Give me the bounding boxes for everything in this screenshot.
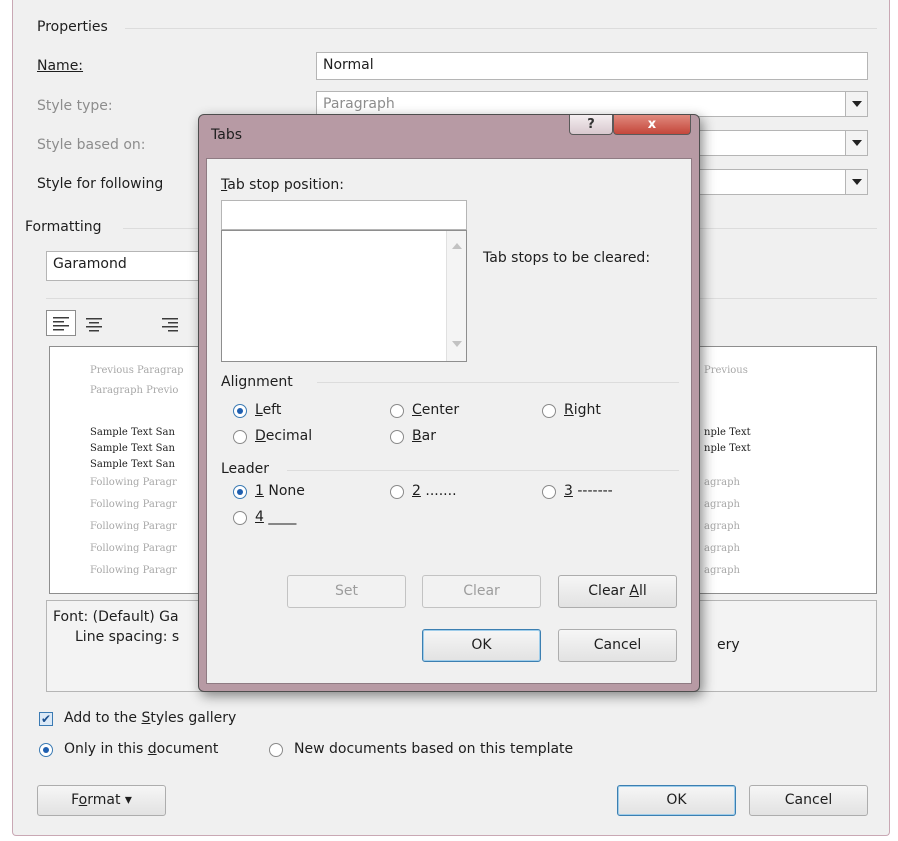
add-to-gallery-checkbox[interactable]: ✔ (39, 712, 53, 726)
preview-following-right: agraph (704, 565, 740, 576)
preview-sample-line: Sample Text San (90, 427, 175, 438)
alignment-center-label[interactable]: Center (412, 402, 459, 418)
leader-1-radio[interactable] (233, 485, 247, 499)
align-left-icon (53, 317, 69, 331)
ok-button[interactable]: OK (617, 785, 736, 816)
new-documents-radio[interactable] (269, 743, 283, 757)
only-this-document-label[interactable]: Only in this document (64, 741, 218, 757)
new-documents-label[interactable]: New documents based on this template (294, 741, 573, 757)
description-font-line: Font: (Default) Ga (53, 609, 179, 625)
alignment-left-radio[interactable] (233, 404, 247, 418)
scroll-down-icon[interactable] (452, 341, 462, 347)
preview-following-right: agraph (704, 521, 740, 532)
clear-all-button[interactable]: Clear All (558, 575, 677, 608)
preview-following-right: agraph (704, 499, 740, 510)
alignment-separator (317, 382, 679, 383)
style-following-dropdown-icon[interactable] (845, 170, 867, 194)
leader-1-label[interactable]: 1 None (255, 483, 305, 499)
leader-3-radio[interactable] (542, 485, 556, 499)
alignment-decimal-label[interactable]: Decimal (255, 428, 312, 444)
preview-following-right: agraph (704, 477, 740, 488)
tabs-cancel-button[interactable]: Cancel (558, 629, 677, 662)
leader-2-radio[interactable] (390, 485, 404, 499)
style-type-dropdown-icon[interactable] (845, 92, 867, 116)
tab-stops-list[interactable] (221, 230, 467, 362)
tabs-dialog-body: Tab stop position: Tab stops to be clear… (206, 158, 692, 684)
preview-following-line: Following Paragr (90, 543, 177, 554)
formatting-heading: Formatting (25, 219, 102, 235)
close-icon: x (647, 117, 657, 132)
align-left-button[interactable] (46, 310, 76, 336)
description-spacing-line: Line spacing: s (75, 629, 180, 645)
leader-2-label[interactable]: 2 ....... (412, 483, 457, 499)
help-icon: ? (587, 117, 595, 132)
style-type-label: Style type: (37, 98, 113, 114)
preview-sample-right: nple Text (704, 427, 751, 438)
only-this-document-radio[interactable] (39, 743, 53, 757)
preview-previous-line: Paragraph Previo (90, 385, 179, 396)
tab-stop-position-label: Tab stop position: (221, 177, 345, 193)
alignment-right-label[interactable]: Right (564, 402, 601, 418)
tab-stops-scrollbar[interactable] (446, 231, 466, 361)
tabs-ok-button[interactable]: OK (422, 629, 541, 662)
style-based-on-dropdown-icon[interactable] (845, 131, 867, 155)
preview-sample-right: nple Text (704, 443, 751, 454)
properties-separator (125, 28, 877, 29)
font-select[interactable]: Garamond (46, 251, 216, 281)
cancel-button[interactable]: Cancel (749, 785, 868, 816)
help-button[interactable]: ? (569, 115, 613, 135)
preview-following-line: Following Paragr (90, 477, 177, 488)
tabs-dialog: Tabs ? x Tab stop position: Tab stops to… (198, 114, 700, 692)
alignment-right-radio[interactable] (542, 404, 556, 418)
properties-heading: Properties (37, 19, 108, 35)
style-based-on-label: Style based on: (37, 137, 146, 153)
align-right-icon[interactable] (159, 313, 181, 335)
tabs-dialog-title: Tabs (211, 127, 242, 143)
add-to-gallery-label[interactable]: Add to the Styles gallery (64, 710, 236, 726)
alignment-bar-label[interactable]: Bar (412, 428, 436, 444)
name-field[interactable]: Normal (316, 52, 868, 80)
leader-3-label[interactable]: 3 ------- (564, 483, 613, 499)
preview-following-right: agraph (704, 543, 740, 554)
style-following-label: Style for following (37, 176, 164, 192)
name-label: Name: (37, 58, 84, 74)
preview-previous-right: Previous (704, 365, 748, 376)
alignment-center-radio[interactable] (390, 404, 404, 418)
align-center-icon[interactable] (83, 313, 105, 335)
scroll-up-icon[interactable] (452, 243, 462, 249)
alignment-decimal-radio[interactable] (233, 430, 247, 444)
preview-following-line: Following Paragr (90, 565, 177, 576)
close-button[interactable]: x (613, 115, 691, 135)
leader-heading: Leader (221, 461, 270, 477)
style-type-value: Paragraph (323, 96, 395, 112)
set-button[interactable]: Set (287, 575, 406, 608)
description-right-text: ery (717, 637, 740, 653)
alignment-left-label[interactable]: Left (255, 402, 281, 418)
clear-button[interactable]: Clear (422, 575, 541, 608)
format-button[interactable]: Format ▾ (37, 785, 166, 816)
leader-4-label[interactable]: 4 ____ (255, 509, 296, 525)
alignment-bar-radio[interactable] (390, 430, 404, 444)
preview-sample-line: Sample Text San (90, 443, 175, 454)
leader-4-radio[interactable] (233, 511, 247, 525)
leader-separator (287, 470, 679, 471)
preview-sample-line: Sample Text San (90, 459, 175, 470)
tab-stop-position-input[interactable] (221, 200, 467, 230)
preview-previous-line: Previous Paragrap (90, 365, 184, 376)
alignment-heading: Alignment (221, 374, 293, 390)
chevron-down-icon: ▾ (124, 792, 132, 808)
tab-stops-cleared-label: Tab stops to be cleared: (483, 250, 651, 266)
preview-following-line: Following Paragr (90, 499, 177, 510)
preview-following-line: Following Paragr (90, 521, 177, 532)
